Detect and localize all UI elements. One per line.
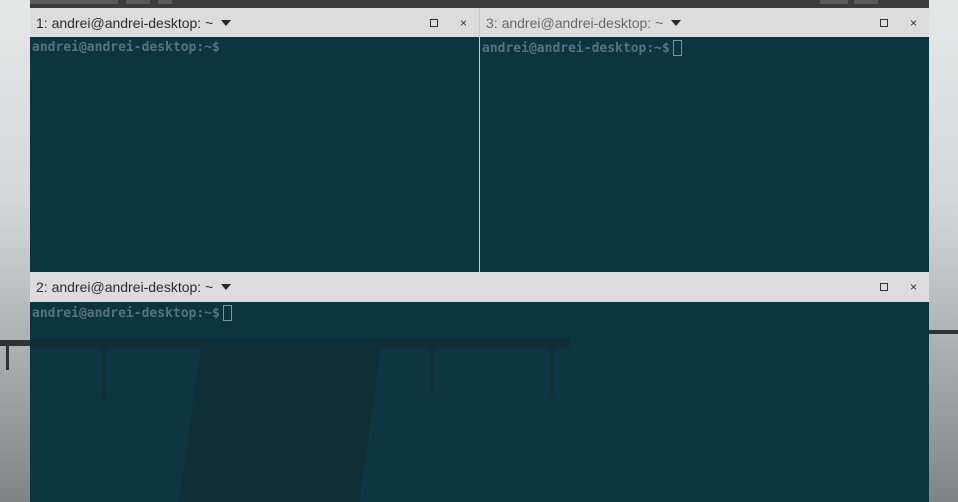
top-bar-tab	[854, 0, 878, 4]
chevron-down-icon[interactable]	[671, 19, 682, 26]
terminal-output[interactable]: andrei@andrei-desktop:~$	[30, 37, 479, 272]
top-bar-tab	[30, 0, 118, 4]
maximize-icon[interactable]	[429, 18, 438, 27]
close-icon[interactable]: ×	[910, 281, 917, 293]
pane-header: 3: andrei@andrei-desktop: ~ ×	[480, 8, 929, 37]
top-bar-tab	[158, 0, 172, 4]
pane-title: 2: andrei@andrei-desktop: ~	[36, 279, 214, 295]
pane-title: 1: andrei@andrei-desktop: ~	[36, 14, 214, 31]
wallpaper-pier-left	[0, 340, 30, 346]
pane-header: 1: andrei@andrei-desktop: ~ ×	[30, 8, 479, 37]
terminal-output[interactable]: andrei@andrei-desktop:~$	[480, 37, 929, 272]
maximize-icon[interactable]	[879, 283, 888, 291]
chevron-down-icon[interactable]	[221, 19, 232, 26]
shell-prompt: andrei@andrei-desktop:~$	[32, 305, 232, 321]
terminal-pane-2[interactable]: 2: andrei@andrei-desktop: ~ × andrei@and…	[30, 272, 929, 502]
terminator-window: 1: andrei@andrei-desktop: ~ × andrei@and…	[30, 8, 929, 502]
wallpaper-pier-right	[929, 330, 958, 334]
pane-title: 3: andrei@andrei-desktop: ~	[486, 14, 664, 31]
top-bar-tab	[126, 0, 150, 4]
close-icon[interactable]: ×	[460, 17, 467, 29]
terminal-pane-3[interactable]: 3: andrei@andrei-desktop: ~ × andrei@and…	[480, 8, 929, 272]
wallpaper-pier-leg	[6, 346, 9, 370]
shell-prompt: andrei@andrei-desktop:~$	[32, 40, 220, 55]
window-top-bar	[30, 0, 929, 8]
close-icon[interactable]: ×	[910, 17, 917, 29]
chevron-down-icon[interactable]	[221, 284, 232, 290]
text-cursor	[222, 305, 232, 321]
terminal-pane-1[interactable]: 1: andrei@andrei-desktop: ~ × andrei@and…	[30, 8, 479, 272]
pane-header: 2: andrei@andrei-desktop: ~ ×	[30, 272, 929, 302]
shell-prompt: andrei@andrei-desktop:~$	[482, 40, 682, 56]
terminal-output[interactable]: andrei@andrei-desktop:~$	[30, 302, 929, 502]
maximize-icon[interactable]	[879, 18, 888, 27]
text-cursor	[672, 40, 682, 56]
top-bar-tab	[820, 0, 848, 4]
